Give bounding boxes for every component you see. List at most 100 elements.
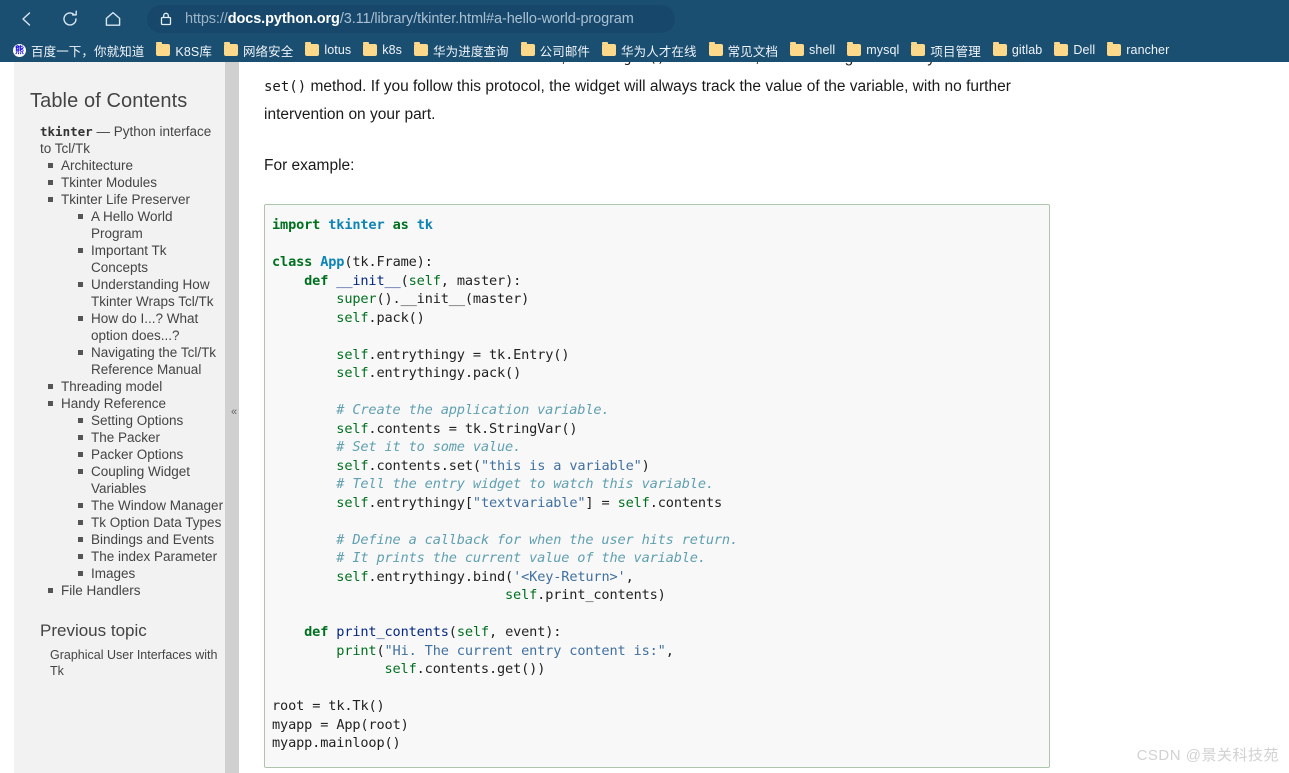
bookmark-item[interactable]: rancher	[1102, 40, 1174, 60]
url-host: docs.python.org	[227, 11, 340, 27]
main-content: To read the current value of such a vari…	[239, 62, 1289, 773]
toc-item: How do I...? What option does...?	[78, 310, 225, 344]
bookmark-item[interactable]: 熊百度一下，你就知道	[8, 40, 149, 60]
page-left-gutter	[0, 62, 14, 773]
toc-sublist: Setting Options The Packer Packer Options C…	[61, 412, 225, 582]
bullet-icon	[78, 520, 83, 525]
bookmark-label: K8S库	[175, 44, 212, 59]
bookmark-item[interactable]: K8S库	[151, 40, 217, 60]
bookmark-label: 百度一下，你就知道	[31, 44, 145, 59]
bookmark-item[interactable]: lotus	[300, 40, 356, 60]
bullet-icon	[78, 282, 83, 287]
toc-item: Tk Option Data Types	[78, 514, 225, 531]
toc-link[interactable]: The index Parameter	[91, 549, 217, 564]
reload-icon	[63, 10, 77, 26]
code-content: import tkinter as tk class App(tk.Frame)…	[272, 217, 738, 751]
toc-root-entry[interactable]: tkinter — Python interface to Tcl/Tk	[40, 123, 225, 157]
toc-link[interactable]: Important Tk Concepts	[91, 243, 167, 275]
bookmark-item[interactable]: Dell	[1049, 40, 1100, 60]
folder-icon	[708, 42, 723, 56]
address-bar[interactable]: https://docs.python.org/3.11/library/tki…	[147, 5, 675, 33]
folder-icon	[1107, 42, 1122, 56]
bookmark-label: gitlab	[1011, 43, 1043, 57]
toc-link[interactable]: How do I...? What option does...?	[91, 311, 198, 343]
watermark: CSDN @景关科技苑	[1136, 747, 1279, 764]
toc-link[interactable]: Images	[91, 566, 135, 581]
bullet-icon	[48, 180, 53, 185]
bookmark-item[interactable]: gitlab	[988, 40, 1047, 60]
toc-link[interactable]: Coupling Widget Variables	[91, 464, 190, 496]
code-block[interactable]: import tkinter as tk class App(tk.Frame)…	[264, 204, 1050, 768]
page-viewport: Table of Contents tkinter — Python inter…	[0, 62, 1289, 773]
toc-link[interactable]: Handy Reference	[61, 396, 166, 411]
toc-link[interactable]: Setting Options	[91, 413, 183, 428]
bullet-icon	[78, 469, 83, 474]
toc-item: Packer Options	[78, 446, 225, 463]
toc-root-module: tkinter	[40, 124, 93, 139]
bullet-icon	[78, 350, 83, 355]
bookmark-label: 公司邮件	[539, 44, 591, 59]
url-scheme: https://	[185, 11, 228, 27]
paragraph-1-text-a: To read the current value of such a vari…	[264, 62, 623, 66]
folder-icon	[847, 42, 862, 56]
toc-link[interactable]: The Packer	[91, 430, 160, 445]
toc-item: Understanding How Tkinter Wraps Tcl/Tk	[78, 276, 225, 310]
bookmarks-bar: 熊百度一下，你就知道 K8S库 网络安全 lotus k8s 华为进度查询 公司邮件 华为人才…	[0, 38, 1289, 62]
toc-link[interactable]: Tk Option Data Types	[91, 515, 221, 530]
bookmark-label: 华为人才在线	[621, 44, 697, 59]
bullet-icon	[48, 384, 53, 389]
toc-item: File Handlers	[48, 582, 225, 599]
folder-icon	[1054, 42, 1069, 56]
folder-icon	[992, 42, 1007, 56]
toc-item: Coupling Widget Variables	[78, 463, 225, 497]
back-button[interactable]	[10, 4, 44, 34]
paragraph-2-text: method. If you follow this protocol, the…	[264, 78, 1011, 123]
bullet-icon	[48, 588, 53, 593]
bullet-icon	[78, 435, 83, 440]
bookmark-label: mysql	[866, 43, 900, 57]
lock-icon	[159, 11, 173, 27]
folder-icon	[363, 42, 378, 56]
bookmark-item[interactable]: k8s	[358, 40, 407, 60]
home-button[interactable]	[96, 4, 130, 34]
toc-link[interactable]: Threading model	[61, 379, 162, 394]
toc-link[interactable]: Understanding How Tkinter Wraps Tcl/Tk	[91, 277, 214, 309]
toc-item: Images	[78, 565, 225, 582]
toc-link[interactable]: Bindings and Events	[91, 532, 214, 547]
browser-toolbar: https://docs.python.org/3.11/library/tki…	[0, 0, 1289, 38]
toc-item: The index Parameter	[78, 548, 225, 565]
reload-button[interactable]	[53, 4, 87, 34]
bookmark-item[interactable]: 华为人才在线	[597, 40, 702, 60]
bullet-icon	[78, 418, 83, 423]
bookmark-label: lotus	[324, 43, 352, 57]
toc-link[interactable]: Packer Options	[91, 447, 183, 462]
toc-link[interactable]: Tkinter Life Preserver	[61, 192, 190, 207]
toc-item: The Window Manager	[78, 497, 225, 514]
bookmark-item[interactable]: shell	[785, 40, 840, 60]
folder-icon	[223, 42, 238, 56]
bookmark-item[interactable]: 华为进度查询	[409, 40, 514, 60]
folder-icon	[305, 42, 320, 56]
toc-link[interactable]: The Window Manager	[91, 498, 223, 513]
toc-link[interactable]: Navigating the Tcl/Tk Reference Manual	[91, 345, 216, 377]
toc-item: Threading model	[48, 378, 225, 395]
bookmark-item[interactable]: 项目管理	[906, 40, 985, 60]
bullet-icon	[78, 214, 83, 219]
bookmark-item[interactable]: 网络安全	[219, 40, 298, 60]
back-arrow-icon	[22, 12, 31, 26]
toc-link[interactable]: Architecture	[61, 158, 133, 173]
toc-link[interactable]: File Handlers	[61, 583, 141, 598]
toc-link[interactable]: A Hello World Program	[91, 209, 173, 241]
toc-link[interactable]: Tkinter Modules	[61, 175, 157, 190]
bookmark-item[interactable]: 公司邮件	[516, 40, 595, 60]
toc-heading: Table of Contents	[30, 90, 188, 112]
toc-item: Bindings and Events	[78, 531, 225, 548]
bullet-icon	[78, 452, 83, 457]
previous-topic-link[interactable]: Graphical User Interfaces with Tk	[50, 647, 225, 679]
inline-code-set: set()	[264, 79, 307, 95]
folder-icon	[414, 42, 429, 56]
toc-item: Setting Options	[78, 412, 225, 429]
bookmark-item[interactable]: 常见文档	[704, 40, 783, 60]
bookmark-label: Dell	[1073, 43, 1096, 57]
bookmark-item[interactable]: mysql	[842, 40, 904, 60]
